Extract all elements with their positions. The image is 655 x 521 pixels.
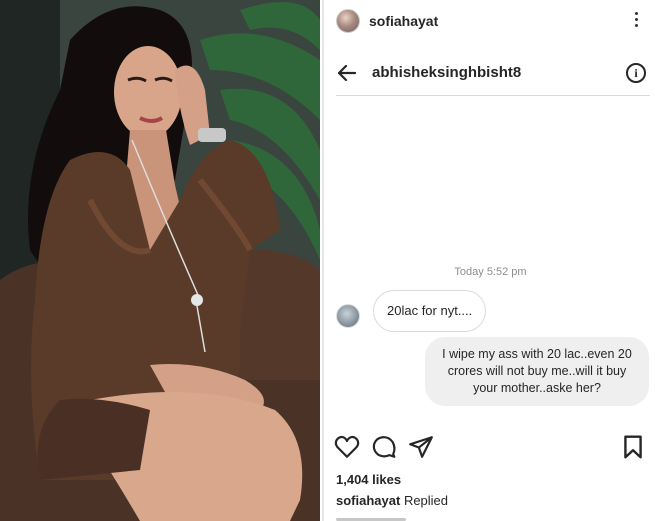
instagram-post: sofiahayat abhisheksinghbisht8 i Today 5…: [322, 0, 655, 521]
heart-icon[interactable]: [334, 434, 360, 460]
dm-header: abhisheksinghbisht8 i: [336, 50, 650, 96]
caption-text: Replied: [403, 493, 449, 508]
poster-avatar[interactable]: [336, 9, 360, 33]
more-vertical-icon[interactable]: [633, 12, 639, 30]
bracelet: [198, 128, 226, 142]
message-timestamp: Today 5:52 pm: [454, 266, 527, 278]
incoming-message[interactable]: 20lac for nyt....: [373, 290, 487, 332]
like-count[interactable]: 1,404 likes: [336, 472, 401, 487]
comment-icon[interactable]: [371, 434, 397, 460]
bookmark-icon[interactable]: [620, 434, 646, 460]
profile-photo: [0, 0, 320, 521]
contact-avatar[interactable]: [336, 304, 360, 328]
poster-username[interactable]: sofiahayat: [369, 13, 438, 29]
post-actions: [334, 434, 650, 462]
face: [114, 46, 182, 138]
post-caption: sofiahayat Replied: [336, 493, 448, 508]
post-header: sofiahayat: [324, 0, 655, 42]
arrow-left-icon[interactable]: [338, 62, 360, 84]
outgoing-message[interactable]: I wipe my ass with 20 lac..even 20 crore…: [425, 337, 649, 406]
caption-username[interactable]: sofiahayat: [336, 493, 400, 508]
info-icon[interactable]: i: [626, 63, 646, 83]
photo-illustration: [0, 0, 320, 521]
send-icon[interactable]: [408, 434, 434, 460]
dm-contact-name[interactable]: abhisheksinghbisht8: [372, 64, 521, 81]
pendant: [191, 294, 203, 306]
truncated-line: [336, 514, 426, 521]
